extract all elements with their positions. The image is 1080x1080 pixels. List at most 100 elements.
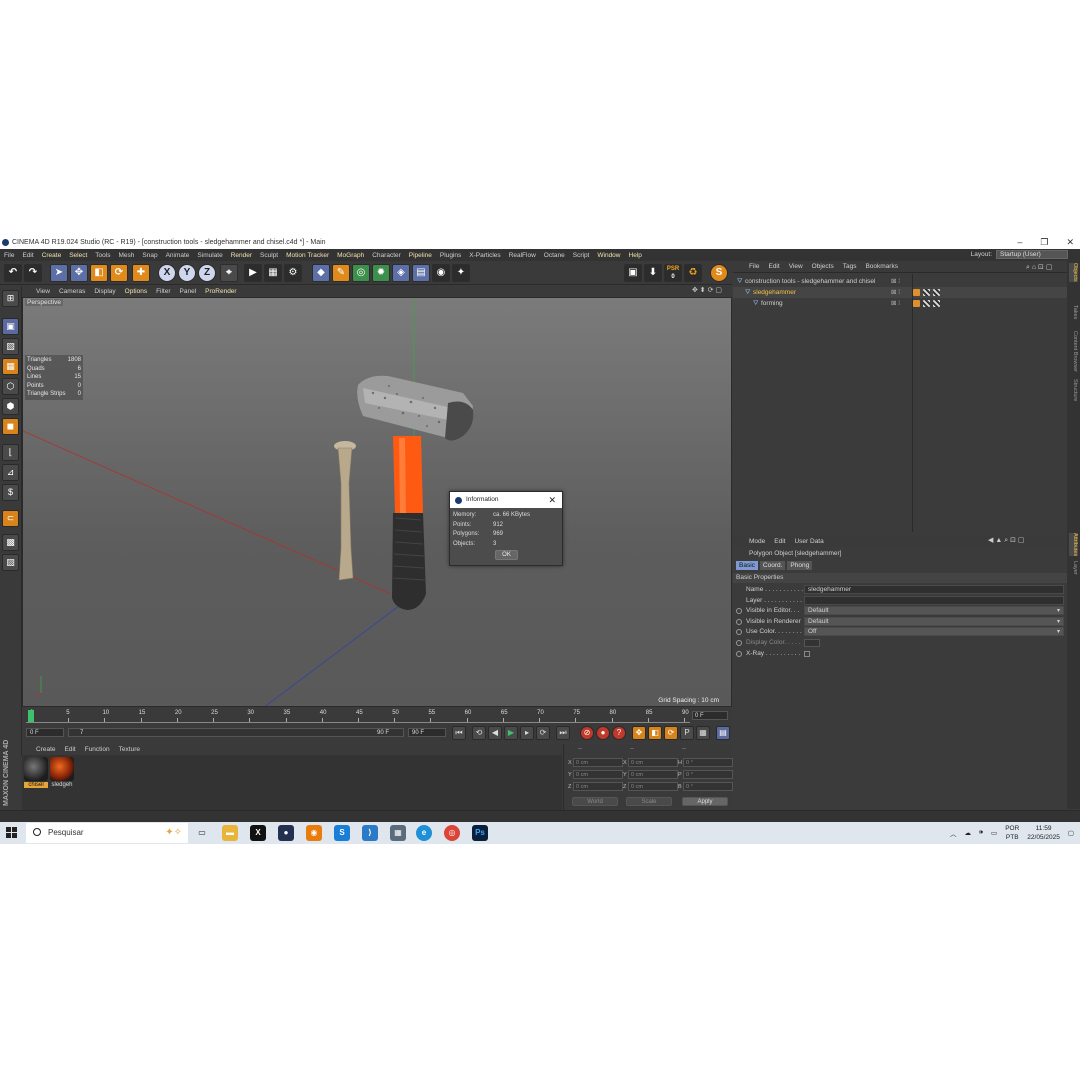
vscode-icon[interactable]: ⟩	[362, 825, 378, 841]
menu-item-window[interactable]: Window	[597, 252, 620, 259]
timeline-window-icon[interactable]: ▤	[716, 726, 730, 740]
windows-start-icon[interactable]	[6, 827, 18, 839]
array-generator-icon[interactable]: ✹	[372, 264, 390, 282]
y-axis-lock-button[interactable]: Y	[178, 264, 196, 282]
menu-item-file[interactable]: File	[4, 252, 14, 259]
object-menu-objects[interactable]: Objects	[812, 263, 834, 270]
workplane-lock-icon[interactable]: ▨	[2, 554, 19, 571]
workplane-icon[interactable]: ▦	[2, 358, 19, 375]
menu-item-plugins[interactable]: Plugins	[440, 252, 461, 259]
menu-item-select[interactable]: Select	[69, 252, 87, 259]
viewport-menu-options[interactable]: Options	[125, 288, 147, 295]
rotate-tool-icon[interactable]: ⟳	[110, 264, 128, 282]
coord-field-z[interactable]: Z 0 cm	[568, 782, 623, 791]
attribute-value-field[interactable]: Off	[804, 627, 1064, 637]
x-axis-lock-button[interactable]: X	[158, 264, 176, 282]
animation-dot-icon[interactable]	[736, 629, 742, 636]
object-menu-tags[interactable]: Tags	[843, 263, 857, 270]
viewport-menu-filter[interactable]: Filter	[156, 288, 170, 295]
z-axis-lock-button[interactable]: Z	[198, 264, 216, 282]
deformer-icon[interactable]: ◈	[392, 264, 410, 282]
coord-field-z[interactable]: Z 0 cm	[623, 782, 678, 791]
calculator-icon[interactable]: ▦	[390, 825, 406, 841]
clock[interactable]: 11:59 22/05/2025	[1027, 824, 1060, 842]
material-menu-edit[interactable]: Edit	[65, 746, 76, 753]
volume-icon[interactable]: 🕪	[979, 829, 983, 837]
next-key-icon[interactable]: ⟳	[536, 726, 550, 740]
record-active-icon[interactable]: ⊘	[580, 726, 594, 740]
playhead[interactable]	[28, 710, 34, 722]
menu-item-script[interactable]: Script	[573, 252, 590, 259]
coord-field-h[interactable]: H 0 °	[678, 758, 733, 767]
layout-selector[interactable]: Layout: Startup (User)	[971, 250, 1068, 259]
go-to-end-icon[interactable]: ⏭	[556, 726, 570, 740]
attribute-nav-icons[interactable]: ◀ ▲ ⌕ ⊡ ▢	[988, 536, 1025, 545]
previous-frame-icon[interactable]: ◀	[488, 726, 502, 740]
start-frame-field[interactable]: 0 F	[26, 728, 64, 737]
attribute-menu-user-data[interactable]: User Data	[794, 538, 823, 545]
layout-dropdown[interactable]: Startup (User)	[996, 250, 1068, 259]
menu-item-animate[interactable]: Animate	[166, 252, 190, 259]
tag-icon[interactable]	[923, 289, 930, 296]
attribute-menu-edit[interactable]: Edit	[774, 538, 785, 545]
attribute-value-field[interactable]	[804, 595, 1064, 605]
scale-tool-icon[interactable]: ◧	[90, 264, 108, 282]
coord-field-y[interactable]: Y 0 cm	[568, 770, 623, 779]
material-sledgehammer[interactable]: sledgeh	[50, 757, 74, 791]
menu-item-tools[interactable]: Tools	[95, 252, 110, 259]
right-tab-structure[interactable]: Structure	[1069, 379, 1078, 401]
menu-item-sculpt[interactable]: Sculpt	[260, 252, 278, 259]
viewport-menu-prorender[interactable]: ProRender	[205, 288, 236, 295]
object-menu-bookmarks[interactable]: Bookmarks	[865, 263, 898, 270]
recycle-icon[interactable]: ♻	[684, 264, 702, 282]
language-indicator[interactable]: POR PTB	[1005, 824, 1019, 842]
point-level-icon[interactable]: ▦	[696, 726, 710, 740]
enable-axis-icon[interactable]: ⌊	[2, 444, 19, 461]
polygons-mode-icon[interactable]: ◼	[2, 418, 19, 435]
menu-item-realflow[interactable]: RealFlow	[509, 252, 536, 259]
menu-item-pipeline[interactable]: Pipeline	[409, 252, 432, 259]
animation-dot-icon[interactable]	[736, 618, 742, 625]
taskbar-search-box[interactable]: Pesquisar ✦✧	[26, 823, 188, 843]
render-picture-viewer-icon[interactable]: ▦	[264, 264, 282, 282]
animation-dot-icon[interactable]	[736, 650, 742, 657]
viewport-nav-icons[interactable]: ✥ ⬍ ⟳ ▢	[692, 286, 722, 294]
menu-item-x-particles[interactable]: X-Particles	[469, 252, 500, 259]
battery-icon[interactable]: ▭	[991, 829, 997, 837]
right-tab-content-browser[interactable]: Content Browser	[1069, 331, 1078, 372]
current-frame-field[interactable]: 0 F	[692, 711, 728, 720]
tag-icon[interactable]	[913, 300, 920, 307]
coord-field-b[interactable]: B 0 °	[678, 782, 733, 791]
frame-range-slider[interactable]: 7 90 F	[68, 728, 404, 737]
display-color-swatch[interactable]	[804, 639, 820, 647]
notifications-icon[interactable]: ▢	[1068, 829, 1074, 837]
timeline[interactable]: 051015202530354045505560657075808590 0 F	[22, 709, 732, 723]
menu-item-render[interactable]: Render	[231, 252, 252, 259]
points-mode-icon[interactable]: ⬡	[2, 378, 19, 395]
cloud-icon[interactable]: ☁	[964, 829, 971, 837]
right-tab-takes[interactable]: Takes	[1069, 305, 1078, 319]
store-icon[interactable]: S	[334, 825, 350, 841]
material-chisel[interactable]: chisel	[24, 757, 48, 791]
magnet-icon[interactable]: ⊂	[2, 510, 19, 527]
next-frame-icon[interactable]: ▸	[520, 726, 534, 740]
render-settings-icon[interactable]: ⚙	[284, 264, 302, 282]
light-bulb-icon[interactable]: ✦	[452, 264, 470, 282]
menu-item-simulate[interactable]: Simulate	[197, 252, 222, 259]
attribute-value-field[interactable]: Default	[804, 616, 1064, 626]
undo-icon[interactable]: ↶	[4, 264, 22, 282]
coordinate-mode-dropdown[interactable]: World	[572, 797, 618, 806]
x-app-icon[interactable]: X	[250, 825, 266, 841]
cube-primitive-icon[interactable]: ◆	[312, 264, 330, 282]
attribute-value-field[interactable]: sledgehammer	[804, 585, 1064, 594]
coord-field-x[interactable]: X 0 cm	[623, 758, 678, 767]
apply-button[interactable]: Apply	[682, 797, 728, 806]
download-icon[interactable]: ⬇	[644, 264, 662, 282]
parameter-key-icon[interactable]: P	[680, 726, 694, 740]
attribute-value-field[interactable]: Default	[804, 606, 1064, 616]
maximize-button[interactable]: ❐	[1040, 236, 1048, 249]
scale-mode-dropdown[interactable]: Scale	[626, 797, 672, 806]
texture-mode-icon[interactable]: ▧	[2, 338, 19, 355]
menu-item-mograph[interactable]: MoGraph	[337, 252, 364, 259]
coordinate-system-icon[interactable]: ⌖	[220, 264, 238, 282]
